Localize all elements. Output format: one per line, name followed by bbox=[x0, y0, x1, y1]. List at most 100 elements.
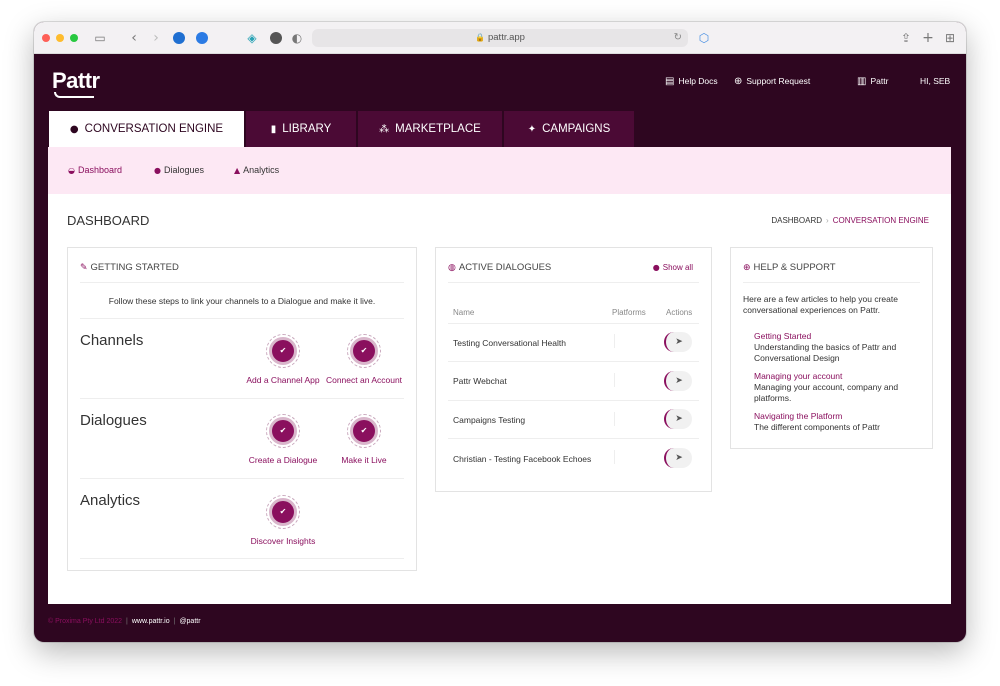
subnav-dashboard[interactable]: ◒ Dashboard bbox=[68, 165, 122, 175]
article-description: Managing your account, company and platf… bbox=[754, 382, 899, 403]
column-header-platforms: Platforms bbox=[612, 308, 646, 317]
forward-icon[interactable]: › bbox=[148, 30, 164, 46]
subnav-dialogues[interactable]: ● Dialogues bbox=[154, 165, 204, 175]
divider bbox=[80, 318, 404, 319]
lock-icon: 🔒 bbox=[475, 33, 485, 42]
step-label[interactable]: Add a Channel App bbox=[238, 375, 328, 385]
article-link-navigating-platform[interactable]: Navigating the Platform bbox=[754, 411, 842, 421]
divider bbox=[448, 361, 699, 362]
article-description: Understanding the basics of Pattr and Co… bbox=[754, 342, 897, 363]
password-manager-icon[interactable] bbox=[196, 32, 208, 44]
column-header-name: Name bbox=[453, 308, 475, 317]
divider bbox=[80, 478, 404, 479]
launch-action-button[interactable]: ➤ bbox=[664, 332, 692, 352]
tab-overview-icon[interactable]: ⊞ bbox=[942, 30, 958, 46]
step-label[interactable]: Discover Insights bbox=[238, 536, 328, 546]
tab-conversation-engine[interactable]: ● CONVERSATION ENGINE bbox=[49, 111, 244, 147]
user-menu[interactable]: Hi, SEB bbox=[920, 76, 950, 86]
cubes-icon: ⁂ bbox=[379, 124, 390, 135]
reload-icon[interactable]: ↻ bbox=[674, 29, 682, 47]
main-content: ◒ Dashboard ● Dialogues ▲ Analytics DASHBOA… bbox=[48, 147, 951, 604]
twitter-icon: ✦ bbox=[527, 124, 537, 135]
add-extension-icon[interactable] bbox=[270, 32, 282, 44]
step-label[interactable]: Connect an Account bbox=[319, 375, 409, 385]
getting-started-panel: ✎ GETTING STARTED Follow these steps to l… bbox=[67, 247, 417, 571]
building-icon: ▥ bbox=[857, 76, 867, 87]
article-link-managing-account[interactable]: Managing your account bbox=[754, 371, 842, 381]
check-icon[interactable]: ✔ bbox=[269, 498, 297, 526]
new-tab-icon[interactable]: + bbox=[920, 30, 936, 46]
platforms-cell bbox=[614, 450, 622, 464]
step-label[interactable]: Create a Dialogue bbox=[238, 455, 328, 465]
dialogue-name[interactable]: Campaigns Testing bbox=[453, 415, 525, 425]
book-icon: ▤ bbox=[665, 76, 675, 87]
panel-title: ✎ GETTING STARTED bbox=[80, 262, 179, 273]
divider bbox=[448, 282, 699, 283]
check-icon[interactable]: ✔ bbox=[350, 337, 378, 365]
org-link[interactable]: ▥ Pattr bbox=[857, 76, 888, 87]
copyright: © Proxima Pty Ltd 2022 bbox=[48, 618, 123, 625]
step-label[interactable]: Make it Live bbox=[319, 455, 409, 465]
launch-action-button[interactable]: ➤ bbox=[664, 409, 692, 429]
launch-action-button[interactable]: ➤ bbox=[664, 371, 692, 391]
divider bbox=[743, 282, 920, 283]
dialogue-name[interactable]: Pattr Webchat bbox=[453, 376, 507, 386]
support-request-link[interactable]: ⊕ Support Request bbox=[734, 76, 810, 87]
column-header-actions: Actions bbox=[666, 308, 693, 317]
share-icon[interactable]: ⇪ bbox=[898, 30, 914, 46]
shield-icon[interactable]: ◐ bbox=[289, 30, 305, 46]
platforms-cell bbox=[614, 412, 622, 426]
section-heading: Analytics bbox=[80, 492, 141, 509]
cube-icon[interactable]: ⬡ bbox=[696, 30, 712, 46]
footer-site-link[interactable]: www.pattr.io bbox=[132, 618, 170, 625]
lifebuoy-icon: ⊕ bbox=[734, 76, 743, 87]
help-support-panel: ⊕ HELP & SUPPORT Here are a few articles … bbox=[730, 247, 933, 449]
wrench-icon: ✎ bbox=[80, 263, 88, 273]
help-intro: Here are a few articles to help you crea… bbox=[743, 294, 898, 315]
panel-title: ◍ ACTIVE DIALOGUES bbox=[448, 262, 552, 273]
breadcrumb: DASHBOARD › CONVERSATION ENGINE bbox=[771, 216, 929, 225]
breadcrumb-separator: › bbox=[826, 216, 829, 225]
getting-started-intro: Follow these steps to link your channels… bbox=[108, 296, 376, 306]
dialogue-name[interactable]: Christian - Testing Facebook Echoes bbox=[453, 454, 591, 464]
back-icon[interactable]: ‹ bbox=[126, 30, 142, 46]
divider bbox=[448, 323, 699, 324]
divider bbox=[80, 558, 404, 559]
divider bbox=[80, 398, 404, 399]
check-icon[interactable]: ✔ bbox=[350, 417, 378, 445]
address-bar[interactable]: 🔒 pattr.app ↻ bbox=[312, 29, 688, 47]
chat-icon: ● bbox=[69, 124, 79, 135]
sidebar-toggle-icon[interactable]: ▭ bbox=[92, 30, 108, 46]
browser-toolbar: ▭ ‹ › ◈ ◐ 🔒 pattr.app ↻ ⬡ ⇪ + ⊞ bbox=[34, 22, 966, 54]
breadcrumb-root[interactable]: DASHBOARD bbox=[771, 216, 822, 225]
minimize-window-button[interactable] bbox=[56, 34, 64, 42]
close-window-button[interactable] bbox=[42, 34, 50, 42]
subnav-analytics[interactable]: ▲ Analytics bbox=[234, 165, 279, 175]
zoom-window-button[interactable] bbox=[70, 34, 78, 42]
tab-marketplace[interactable]: ⁂ MARKETPLACE bbox=[358, 111, 502, 147]
dashboard-icon: ◒ bbox=[68, 166, 75, 175]
tab-campaigns[interactable]: ✦ CAMPAIGNS bbox=[504, 111, 634, 147]
check-icon[interactable]: ✔ bbox=[269, 337, 297, 365]
platforms-cell bbox=[614, 373, 622, 387]
check-icon[interactable]: ✔ bbox=[269, 417, 297, 445]
globe-icon: ◍ bbox=[448, 263, 456, 273]
divider bbox=[448, 438, 699, 439]
pattr-logo[interactable]: Pattr bbox=[52, 68, 100, 94]
show-all-link[interactable]: ● Show all bbox=[653, 263, 693, 272]
footer-handle-link[interactable]: @pattr bbox=[179, 618, 200, 625]
dialogue-name[interactable]: Testing Conversational Health bbox=[453, 338, 566, 348]
divider bbox=[80, 282, 404, 283]
launch-action-button[interactable]: ➤ bbox=[664, 448, 692, 468]
url-text: pattr.app bbox=[487, 32, 525, 43]
privacy-icon[interactable]: ◈ bbox=[244, 30, 260, 46]
tab-library[interactable]: ▮ LIBRARY bbox=[246, 111, 356, 147]
help-docs-link[interactable]: ▤ Help Docs bbox=[665, 76, 718, 87]
active-dialogues-panel: ◍ ACTIVE DIALOGUES ● Show all Name Platfor… bbox=[435, 247, 712, 492]
browser-window: ▭ ‹ › ◈ ◐ 🔒 pattr.app ↻ ⬡ ⇪ + ⊞ Pattr ▤ He… bbox=[34, 22, 966, 642]
article-link-getting-started[interactable]: Getting Started bbox=[754, 331, 811, 341]
section-heading: Channels bbox=[80, 332, 144, 349]
comments-icon: ● bbox=[652, 263, 660, 272]
footer-separator: | bbox=[173, 618, 176, 625]
extension-icon[interactable] bbox=[173, 32, 185, 44]
